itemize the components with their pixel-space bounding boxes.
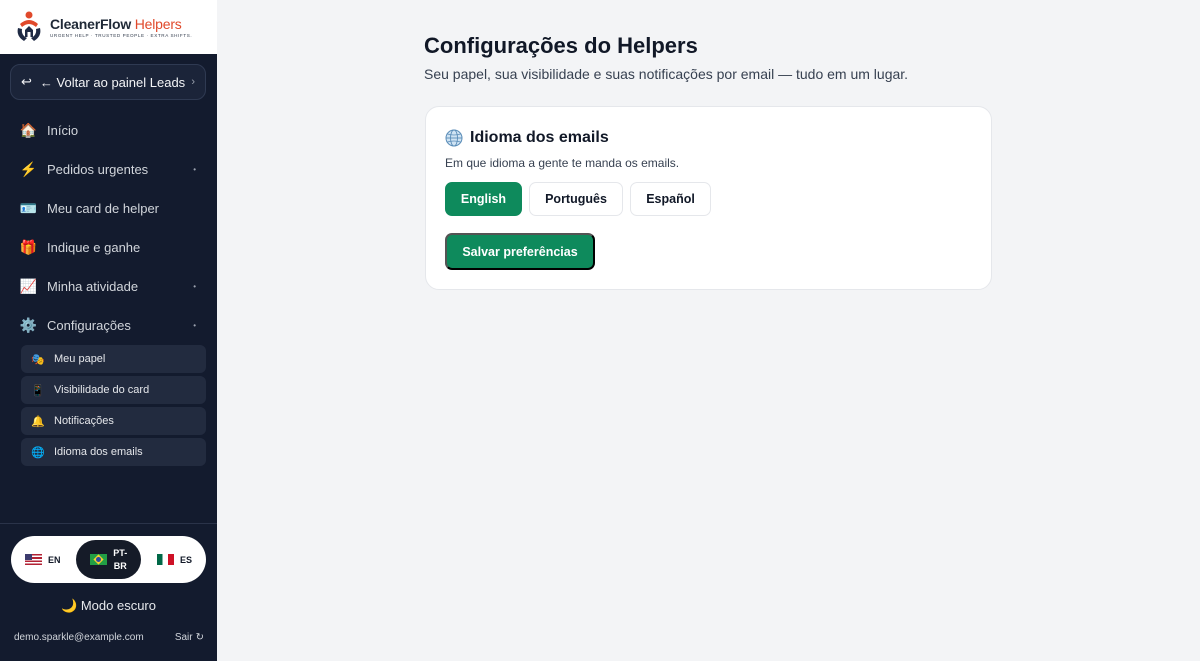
refresh-icon: ↻ — [195, 632, 204, 643]
sidebar-item-meu-card[interactable]: 🪪 Meu card de helper — [10, 189, 206, 228]
subnav-item-label: Visibilidade do card — [54, 384, 150, 396]
globe-icon — [445, 129, 463, 147]
language-code: ES — [179, 554, 192, 565]
chevron-right-icon: › — [191, 76, 195, 88]
option-espanol[interactable]: Español — [630, 182, 711, 216]
subnav-item-notificacoes[interactable]: 🔔 Notificações — [21, 407, 206, 435]
subnav-item-visibilidade[interactable]: 📱 Visibilidade do card — [21, 376, 206, 404]
sidebar-item-indique[interactable]: 🎁 Indique e ganhe — [10, 228, 206, 267]
card-description: Em que idioma a gente te manda os emails… — [445, 156, 680, 170]
page-subtitle: Seu papel, sua visibilidade e suas notif… — [424, 66, 909, 82]
subnav-item-label: Idioma dos emails — [54, 446, 143, 458]
option-english[interactable]: English — [445, 182, 522, 216]
logout-button[interactable]: Sair ↻ — [175, 632, 204, 643]
moon-icon: 🌙 — [61, 598, 78, 613]
language-option-pt-br[interactable]: PT- BR — [76, 540, 142, 579]
card-title: Idioma dos emails — [470, 129, 609, 146]
language-options: English Português Español — [445, 182, 711, 216]
sidebar-item-label: Meu card de helper — [47, 201, 160, 216]
masks-icon: 🎭 — [31, 353, 45, 366]
sidebar-nav: 🏠 Início ⚡ Pedidos urgentes • 🪪 Meu card… — [10, 111, 206, 345]
logout-label: Sair — [174, 632, 193, 643]
gift-icon: 🎁 — [19, 239, 38, 255]
expand-indicator-icon: • — [193, 282, 196, 291]
email-language-card: Idioma dos emails Em que idioma a gente … — [425, 106, 992, 290]
language-code: EN — [48, 554, 61, 565]
sidebar-item-minha-atividade[interactable]: 📈 Minha atividade • — [10, 267, 206, 306]
back-to-leads-label: ← Voltar ao painel Leads — [39, 74, 186, 90]
gear-icon: ⚙️ — [19, 317, 38, 333]
brand-logo[interactable]: CleanerFlow Helpers URGENT HELP · TRUSTE… — [0, 0, 217, 54]
bell-icon: 🔔 — [31, 415, 45, 428]
sidebar-item-pedidos-urgentes[interactable]: ⚡ Pedidos urgentes • — [10, 150, 206, 189]
subnav-item-meu-papel[interactable]: 🎭 Meu papel — [21, 345, 206, 373]
return-icon: ↩ — [21, 74, 32, 89]
subnav-item-label: Notificações — [54, 415, 114, 427]
globe-icon: 🌐 — [31, 446, 45, 459]
sidebar-item-label: Minha atividade — [47, 279, 139, 294]
language-option-es[interactable]: ES — [147, 540, 202, 579]
phone-icon: 📱 — [31, 384, 45, 397]
dark-mode-label: Modo escuro — [80, 598, 156, 613]
logo-icon — [12, 10, 46, 44]
sidebar: CleanerFlow Helpers URGENT HELP · TRUSTE… — [0, 0, 217, 661]
id-card-icon: 🪪 — [19, 200, 38, 216]
expand-indicator-icon: • — [193, 165, 196, 174]
save-preferences-button[interactable]: Salvar preferências — [445, 233, 595, 270]
sidebar-item-inicio[interactable]: 🏠 Início — [10, 111, 206, 150]
option-portugues[interactable]: Português — [529, 182, 623, 216]
settings-subnav: 🎭 Meu papel 📱 Visibilidade do card 🔔 Not… — [21, 345, 206, 469]
brand-tagline: URGENT HELP · TRUSTED PEOPLE · EXTRA SHI… — [50, 33, 193, 38]
brand-name: CleanerFlow Helpers — [50, 16, 182, 32]
chart-icon: 📈 — [19, 278, 38, 294]
sidebar-item-label: Indique e ganhe — [47, 240, 141, 255]
expand-indicator-icon: • — [193, 321, 196, 330]
dark-mode-toggle[interactable]: 🌙 Modo escuro — [0, 598, 217, 614]
language-option-en[interactable]: EN — [15, 540, 71, 579]
lightning-icon: ⚡ — [19, 161, 38, 177]
sidebar-divider — [0, 523, 217, 524]
sidebar-footer: demo.sparkle@example.com Sair ↻ — [14, 632, 204, 643]
back-to-leads-button[interactable]: ↩ ← Voltar ao painel Leads › — [10, 64, 206, 100]
sidebar-item-label: Início — [47, 123, 79, 138]
language-code: PT- BR — [113, 547, 128, 571]
sidebar-item-label: Configurações — [47, 318, 131, 333]
user-email: demo.sparkle@example.com — [14, 632, 144, 643]
us-flag-icon — [25, 554, 42, 565]
brand-name-accent: Helpers — [134, 16, 182, 32]
home-icon: 🏠 — [19, 122, 38, 138]
card-header: Idioma dos emails — [445, 129, 609, 147]
brazil-flag-icon — [90, 554, 108, 565]
subnav-item-label: Meu papel — [54, 353, 106, 365]
mexico-flag-icon — [156, 554, 174, 565]
sidebar-item-label: Pedidos urgentes — [47, 162, 149, 177]
language-switcher: EN PT- BR ES — [11, 536, 206, 583]
page-title: Configurações do Helpers — [424, 33, 698, 58]
sidebar-item-configuracoes[interactable]: ⚙️ Configurações • — [10, 306, 206, 345]
subnav-item-idioma[interactable]: 🌐 Idioma dos emails — [21, 438, 206, 466]
